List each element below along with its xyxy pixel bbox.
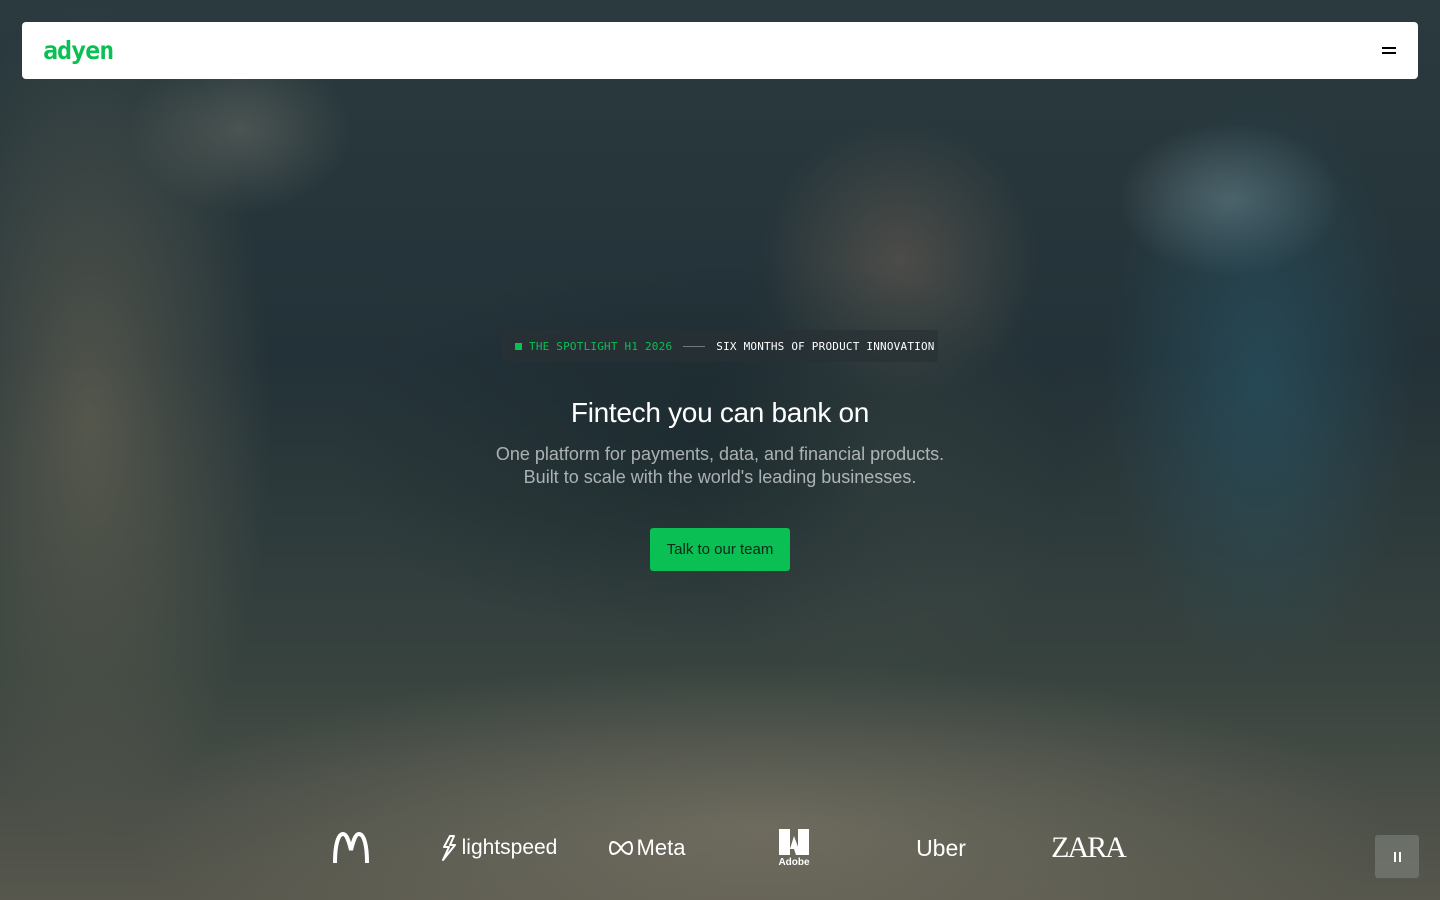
hero-title: Fintech you can bank on — [570, 397, 870, 428]
hero-section: THE SPOTLIGHT H1 2026 SIX MONTHS OF PROD… — [0, 0, 1440, 900]
infinity-icon — [608, 841, 633, 855]
adobe-a-icon — [779, 828, 809, 855]
flame-icon — [441, 835, 456, 861]
badge-text: SIX MONTHS OF PRODUCT INNOVATION — [716, 339, 935, 353]
golden-arches-icon — [333, 832, 369, 864]
adobe-wordmark: Adobe — [778, 856, 810, 868]
uber-logo: Uber — [916, 834, 966, 861]
customer-logos: lightspeed Meta Adobe Uber ZARA — [0, 820, 1440, 876]
mcdonalds-logo — [330, 820, 372, 876]
pause-icon[interactable] — [1375, 835, 1419, 878]
green-square-icon — [515, 342, 522, 350]
lightspeed-logo: lightspeed — [438, 820, 560, 876]
talk-to-our-team-button[interactable]: Talk to our team — [650, 528, 790, 571]
badge-divider — [683, 345, 706, 347]
hero-subtitle-line-2: Built to scale with the world's leading … — [523, 467, 917, 487]
hero-subtitle-line-1: One platform for payments, data, and fin… — [495, 444, 945, 464]
lightspeed-wordmark: lightspeed — [461, 836, 558, 859]
badge-event-label: THE SPOTLIGHT H1 2026 — [529, 339, 673, 353]
meta-logo: Meta — [606, 820, 688, 876]
spotlight-badge[interactable]: THE SPOTLIGHT H1 2026 SIX MONTHS OF PROD… — [502, 330, 938, 362]
hero-subtitle: One platform for payments, data, and fin… — [0, 443, 1440, 489]
adobe-logo: Adobe — [776, 820, 812, 876]
zara-logo: ZARA — [1051, 831, 1127, 864]
meta-wordmark: Meta — [636, 835, 686, 860]
